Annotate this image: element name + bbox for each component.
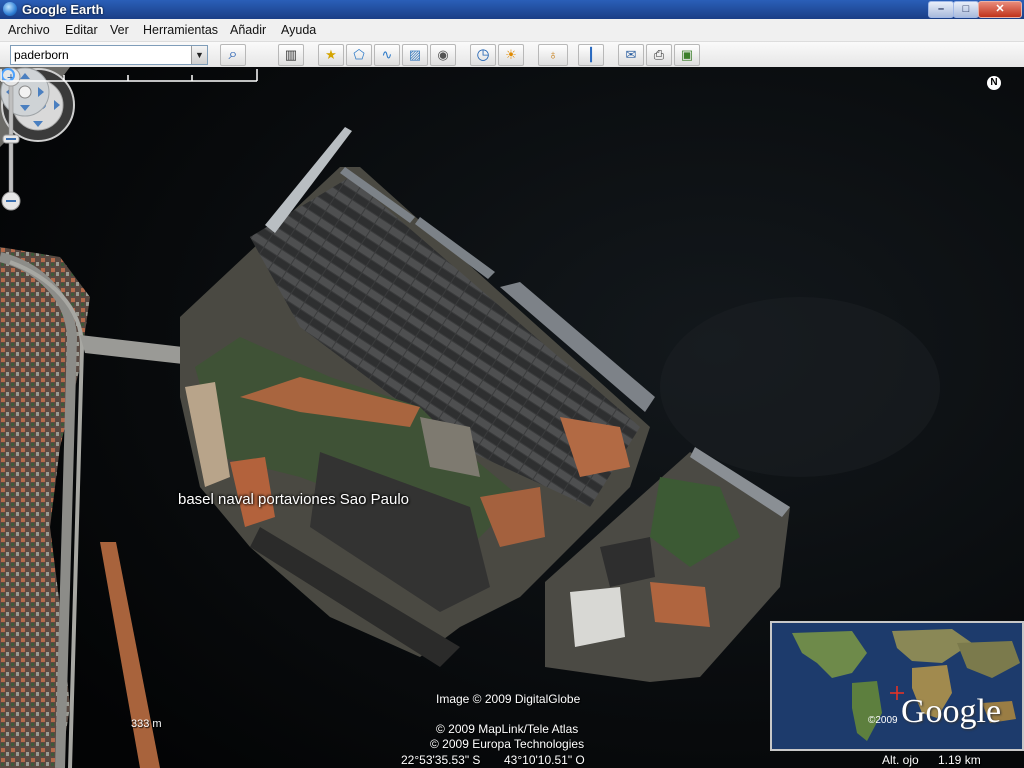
planet-icon: ♁ bbox=[548, 47, 558, 62]
menu-anadir[interactable]: Añadir bbox=[230, 23, 266, 37]
menu-editar[interactable]: Editar bbox=[65, 23, 98, 37]
add-image-overlay-button[interactable]: ▨ bbox=[402, 44, 428, 66]
sidebar-toggle-button[interactable]: ▥ bbox=[278, 44, 304, 66]
longitude-readout: 43°10'10.51" O bbox=[504, 753, 585, 767]
placemark-label[interactable]: basel naval portaviones Sao Paulo bbox=[178, 491, 409, 508]
image-overlay-icon: ▨ bbox=[408, 47, 422, 62]
record-tour-button[interactable]: ◉ bbox=[430, 44, 456, 66]
scale-label: 333 m bbox=[131, 718, 162, 730]
toolbar: ▼ ⌕ ▥ ★ ⬠ ∿ ▨ ◉ ◷ ☀ ♁ ┃ ✉ ⎙ ▣ bbox=[0, 42, 1024, 68]
map-view[interactable]: basel naval portaviones Sao Paulo N + Go… bbox=[0, 67, 1024, 768]
email-button[interactable]: ✉ bbox=[618, 44, 644, 66]
zoom-slider[interactable]: + bbox=[0, 67, 22, 212]
search-combobox[interactable]: ▼ bbox=[10, 45, 208, 65]
path-icon: ∿ bbox=[381, 47, 393, 62]
compass-north-indicator[interactable]: N bbox=[987, 76, 1001, 90]
maps-icon: ▣ bbox=[680, 47, 694, 62]
menu-archivo[interactable]: Archivo bbox=[8, 23, 50, 37]
europa-attribution: © 2009 Europa Technologies bbox=[430, 737, 585, 751]
search-dropdown-button[interactable]: ▼ bbox=[191, 46, 207, 64]
maximize-button[interactable]: □ bbox=[953, 1, 979, 18]
latitude-readout: 22°53'35.53" S bbox=[401, 753, 481, 767]
menu-herramientas[interactable]: Herramientas bbox=[143, 23, 218, 37]
window-title: Google Earth bbox=[22, 2, 104, 17]
imagery-attribution: Image © 2009 DigitalGlobe bbox=[436, 692, 581, 706]
scale-bar bbox=[0, 69, 258, 82]
add-polygon-button[interactable]: ⬠ bbox=[346, 44, 372, 66]
title-bar: Google Earth – □ ✕ bbox=[0, 0, 1024, 19]
menu-ayuda[interactable]: Ayuda bbox=[281, 23, 316, 37]
google-earth-app-icon bbox=[3, 2, 17, 16]
sidebar-icon: ▥ bbox=[284, 47, 298, 62]
historical-imagery-button[interactable]: ◷ bbox=[470, 44, 496, 66]
ruler-button[interactable]: ┃ bbox=[578, 44, 604, 66]
print-button[interactable]: ⎙ bbox=[646, 44, 672, 66]
view-in-maps-button[interactable]: ▣ bbox=[674, 44, 700, 66]
overview-copyright: ©2009 bbox=[868, 715, 898, 726]
printer-icon: ⎙ bbox=[653, 47, 665, 62]
ruler-icon: ┃ bbox=[587, 47, 595, 62]
eye-altitude-label: Alt. ojo bbox=[882, 753, 919, 767]
magnifier-icon: ⌕ bbox=[228, 46, 238, 63]
sun-icon: ☀ bbox=[505, 47, 517, 62]
switch-planet-button[interactable]: ♁ bbox=[538, 44, 568, 66]
menu-ver[interactable]: Ver bbox=[110, 23, 129, 37]
placemark-pin-icon: ★ bbox=[325, 47, 337, 62]
overview-map[interactable]: Google ©2009 bbox=[770, 621, 1024, 751]
clock-icon: ◷ bbox=[476, 46, 490, 63]
search-input[interactable] bbox=[11, 46, 192, 64]
polygon-icon: ⬠ bbox=[353, 47, 365, 62]
envelope-icon: ✉ bbox=[625, 47, 637, 62]
maplink-attribution: © 2009 MapLink/Tele Atlas bbox=[436, 722, 579, 736]
close-button[interactable]: ✕ bbox=[978, 1, 1022, 18]
add-placemark-button[interactable]: ★ bbox=[318, 44, 344, 66]
google-logo: Google bbox=[901, 693, 1002, 730]
search-button[interactable]: ⌕ bbox=[220, 44, 246, 66]
eye-altitude-value: 1.19 km bbox=[938, 753, 981, 767]
minimize-button[interactable]: – bbox=[928, 1, 954, 18]
add-path-button[interactable]: ∿ bbox=[374, 44, 400, 66]
record-tour-icon: ◉ bbox=[437, 47, 449, 62]
sunlight-button[interactable]: ☀ bbox=[498, 44, 524, 66]
menu-bar: Archivo Editar Ver Herramientas Añadir A… bbox=[0, 19, 1024, 42]
